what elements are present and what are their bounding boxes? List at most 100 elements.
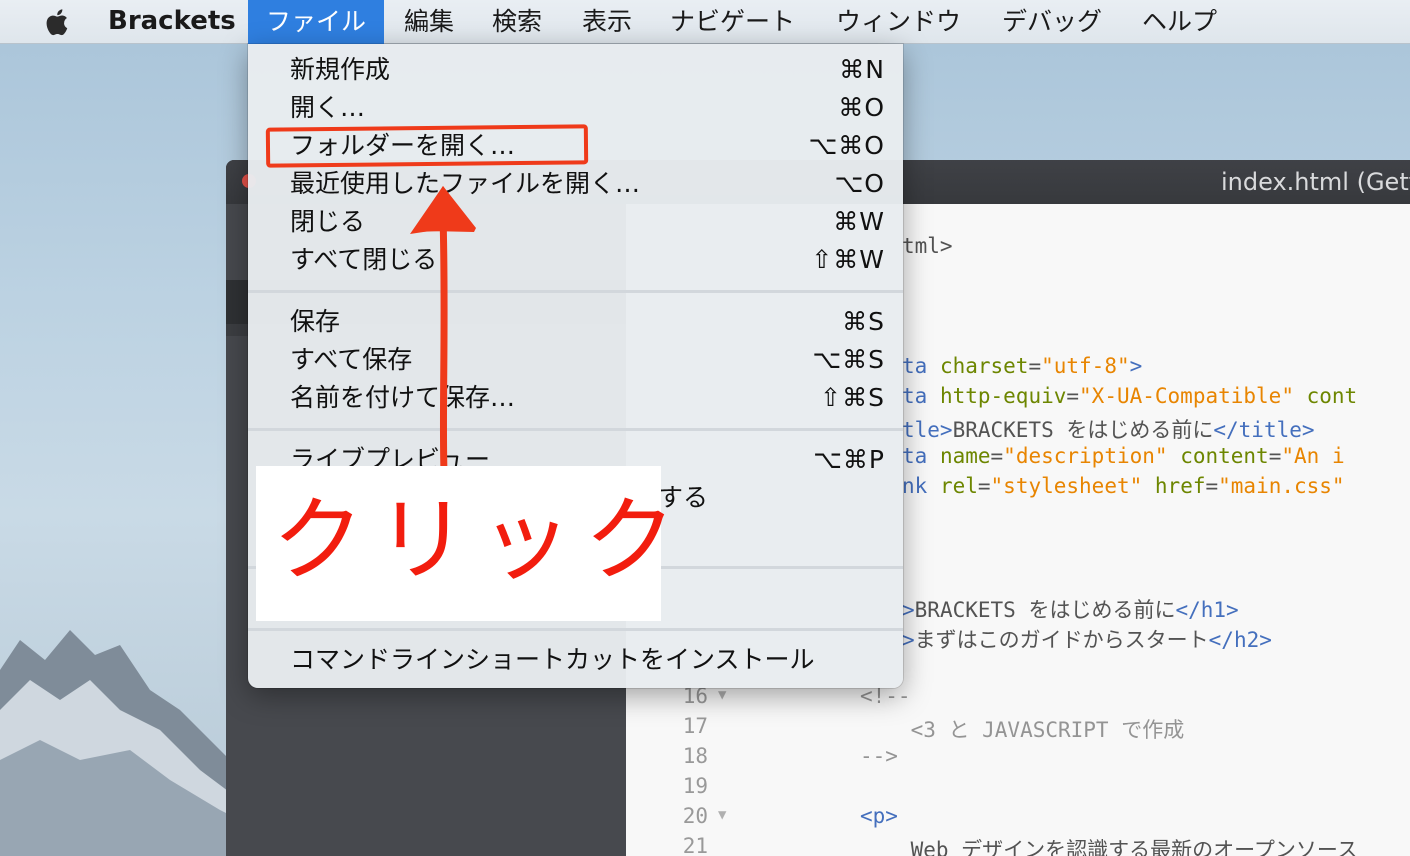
menu-item-label: 閉じる	[290, 207, 366, 236]
code-line: ta http-equiv="X-UA-Compatible" cont	[902, 384, 1357, 408]
file-menu-item[interactable]: 保存 ⌘S	[248, 303, 903, 341]
fold-triangle-icon[interactable]: ▼	[718, 807, 726, 823]
code-token: =	[1066, 384, 1080, 408]
code-token: charset	[939, 354, 1029, 378]
menubar-item[interactable]: ヘルプ	[1124, 0, 1235, 44]
file-menu-item[interactable]: コマンドラインショートカットをインストール	[248, 641, 903, 679]
code-token: <p>	[860, 804, 898, 828]
code-token: nk	[902, 474, 940, 498]
menu-bar: Brackets ファイル 編集 検索 表示 ナビゲート ウィンドウ デバッグ ヘルプ	[0, 0, 1410, 44]
code-token: name	[939, 444, 991, 468]
code-token: ta	[902, 444, 940, 468]
code-token: </h1>	[1175, 598, 1239, 622]
code-token: tle>	[902, 418, 953, 442]
menubar-item[interactable]: 検索	[474, 0, 560, 44]
menu-item-label: 保存	[290, 307, 341, 336]
code-token: =	[990, 444, 1004, 468]
code-token: href	[1154, 474, 1206, 498]
code-token: =	[1205, 474, 1219, 498]
line-number: 18	[682, 744, 708, 768]
code-token: まずはこのガイドからスタート	[914, 628, 1209, 652]
menu-item-label: 新規作成	[290, 55, 391, 84]
code-token: "X-UA-Compatible"	[1079, 384, 1294, 408]
menu-item-shortcut: ⌘N	[839, 55, 885, 84]
code-token: =	[1268, 444, 1282, 468]
menubar-item[interactable]: ファイル	[248, 0, 385, 44]
file-menu-item[interactable]: 最近使用したファイルを開く… ⌥O	[248, 165, 903, 203]
menu-item-shortcut: ⇧⌘S	[820, 383, 885, 412]
file-menu-item[interactable]: すべて閉じる ⇧⌘W	[248, 241, 903, 279]
menubar-item[interactable]: ナビゲート	[652, 0, 813, 44]
code-token: -->	[860, 744, 898, 768]
window-title: index.html (Gett	[1221, 168, 1410, 196]
menu-item-shortcut: ⌘O	[838, 93, 885, 122]
menu-item-shortcut: ⌘W	[833, 207, 885, 236]
code-token: http-equiv	[939, 384, 1067, 408]
menu-item-shortcut: ⇧⌘W	[811, 245, 885, 274]
code-line: nk rel="stylesheet" href="main.css"	[902, 474, 1345, 498]
code-token: cont	[1306, 384, 1358, 408]
highlight-annotation	[265, 124, 589, 168]
click-annotation-text: クリック	[272, 487, 689, 594]
menu-item-shortcut: ⌘S	[842, 307, 885, 336]
code-token: >	[1129, 354, 1143, 378]
code-token: </h2>	[1208, 628, 1272, 652]
menu-item-label: 開く…	[290, 93, 366, 122]
menu-separator	[248, 628, 903, 631]
code-token: ta	[902, 384, 940, 408]
menubar-item[interactable]: 編集	[386, 0, 472, 44]
code-token: =	[1028, 354, 1042, 378]
code-token: "An i	[1281, 444, 1345, 468]
code-token: "utf-8"	[1041, 354, 1130, 378]
apple-logo-icon[interactable]	[42, 7, 70, 37]
code-token: =	[977, 474, 991, 498]
code-line: ta name="description" content="An i	[902, 444, 1345, 468]
fold-triangle-icon[interactable]: ▼	[718, 687, 726, 703]
code-line: tle>BRACKETS をはじめる前に</title>	[902, 414, 1315, 444]
file-menu-item[interactable]: 開く… ⌘O	[248, 89, 903, 127]
code-token: rel	[939, 474, 978, 498]
code-line: Web デザインを認識する最新のオープンソース	[860, 834, 1358, 856]
code-token: "stylesheet"	[990, 474, 1143, 498]
menu-separator	[248, 428, 903, 431]
code-line: tml>	[902, 234, 953, 258]
file-menu-item[interactable]: すべて保存 ⌥⌘S	[248, 341, 903, 379]
code-token: <3 と JAVASCRIPT で作成	[860, 718, 1185, 742]
code-token: "description"	[1003, 444, 1168, 468]
menu-item-shortcut: ⌥⌘S	[812, 345, 885, 374]
code-line: >BRACKETS をはじめる前に</h1>	[902, 594, 1239, 624]
menu-item-shortcut: ⌥O	[834, 169, 885, 198]
line-number: 17	[682, 714, 708, 738]
file-menu-item[interactable]: 名前を付けて保存… ⇧⌘S	[248, 379, 903, 417]
code-line: >まずはこのガイドからスタート</h2>	[902, 624, 1272, 654]
arrow-up-icon	[410, 186, 476, 476]
code-token: content	[1180, 444, 1269, 468]
menubar-item[interactable]: デバッグ	[984, 0, 1120, 44]
click-annotation-panel: クリック	[256, 466, 676, 621]
code-line: <p>	[860, 804, 898, 828]
line-number: 21	[682, 834, 708, 856]
app-name[interactable]: Brackets	[108, 6, 236, 36]
menubar-item[interactable]: 表示	[564, 0, 650, 44]
menu-separator	[248, 290, 903, 293]
file-menu-item[interactable]: 新規作成 ⌘N	[248, 51, 903, 89]
code-token: ta	[902, 354, 940, 378]
code-line: <3 と JAVASCRIPT で作成	[860, 714, 1185, 744]
code-token: </title>	[1213, 418, 1315, 442]
code-token: tml>	[902, 234, 953, 258]
menu-item-shortcut: ⌥⌘O	[808, 131, 885, 160]
menu-item-label: コマンドラインショートカットをインストール	[290, 645, 815, 674]
code-line: -->	[860, 744, 898, 768]
desktop-wallpaper-mountains	[0, 630, 260, 856]
file-menu-item[interactable]: 閉じる ⌘W	[248, 203, 903, 241]
code-token: "main.css"	[1218, 474, 1345, 498]
line-number: 19	[682, 774, 708, 798]
menubar-item[interactable]: ウィンドウ	[818, 0, 979, 44]
code-token: Web デザインを認識する最新のオープンソース	[860, 838, 1358, 856]
code-token: BRACKETS をはじめる前に	[952, 418, 1214, 442]
menu-item-shortcut: ⌥⌘P	[813, 445, 885, 474]
code-line: ta charset="utf-8">	[902, 354, 1142, 378]
